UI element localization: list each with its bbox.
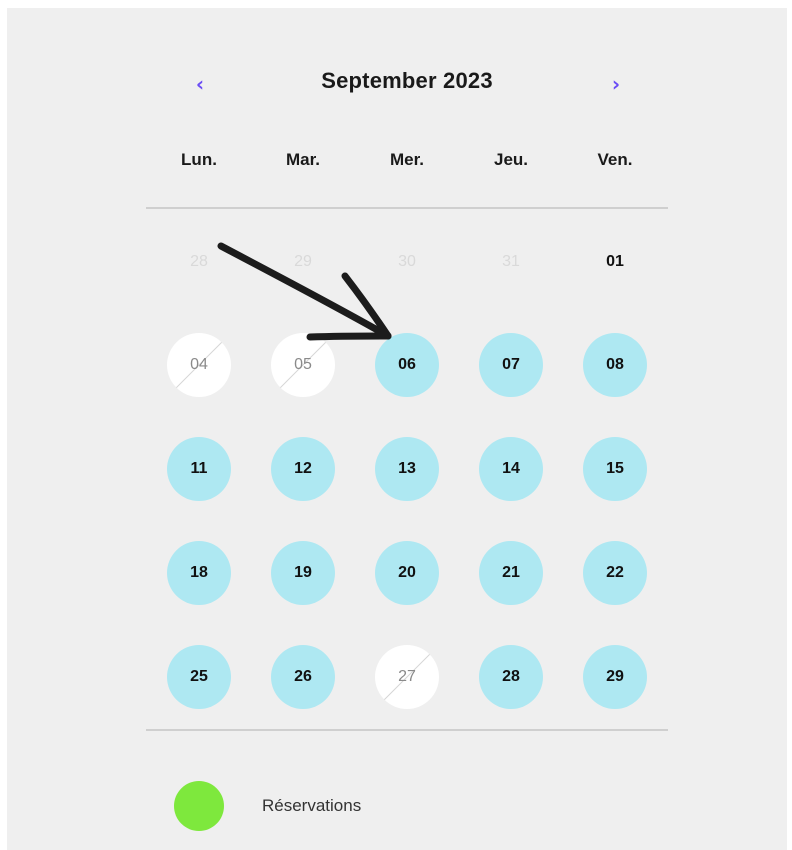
legend: Réservations	[174, 781, 574, 831]
calendar-day-available[interactable]: 14	[479, 437, 543, 501]
calendar-day-available[interactable]: 18	[167, 541, 231, 605]
calendar-day-outside: 31	[479, 230, 543, 294]
calendar-day-available[interactable]: 11	[167, 437, 231, 501]
day-number: 30	[398, 253, 416, 270]
day-number: 14	[502, 460, 520, 477]
calendar-day-available[interactable]: 13	[375, 437, 439, 501]
calendar-day-available[interactable]: 21	[479, 541, 543, 605]
day-number: 19	[294, 564, 312, 581]
calendar-day-outside: 29	[271, 230, 335, 294]
calendar-day-unavailable: 04	[167, 333, 231, 397]
calendar-day-available[interactable]: 28	[479, 645, 543, 709]
calendar-day-available[interactable]: 25	[167, 645, 231, 709]
day-number: 18	[190, 564, 208, 581]
calendar-day-outside: 28	[167, 230, 231, 294]
day-number: 08	[606, 356, 624, 373]
day-number: 04	[190, 356, 208, 373]
calendar-day-available[interactable]: 22	[583, 541, 647, 605]
day-number: 22	[606, 564, 624, 581]
day-number: 25	[190, 668, 208, 685]
day-number: 12	[294, 460, 312, 477]
day-number: 29	[294, 253, 312, 270]
footer-divider	[146, 729, 668, 731]
day-number: 01	[606, 253, 624, 270]
calendar-day-available[interactable]: 15	[583, 437, 647, 501]
calendar-day-unavailable: 05	[271, 333, 335, 397]
day-number: 11	[190, 460, 208, 477]
day-number: 26	[294, 668, 312, 685]
day-number: 28	[190, 253, 208, 270]
calendar-day-available[interactable]: 07	[479, 333, 543, 397]
calendar-day-available[interactable]: 26	[271, 645, 335, 709]
day-number: 21	[502, 564, 520, 581]
day-grid: 28 29 30 31 01 04 05 06 07 08 11 12 13 14 15 18 19 20 21 22…	[0, 0, 792, 850]
calendar-day-available[interactable]: 29	[583, 645, 647, 709]
calendar-day-available[interactable]: 08	[583, 333, 647, 397]
reservations-legend-swatch	[174, 781, 224, 831]
day-number: 29	[606, 668, 624, 685]
calendar-day-unavailable: 27	[375, 645, 439, 709]
day-number: 27	[398, 668, 416, 685]
calendar-day-available[interactable]: 19	[271, 541, 335, 605]
reservations-legend-label: Réservations	[262, 796, 362, 815]
calendar-day-available[interactable]: 12	[271, 437, 335, 501]
day-number: 15	[606, 460, 624, 477]
day-number: 28	[502, 668, 520, 685]
day-number: 20	[398, 564, 416, 581]
calendar-day-available[interactable]: 20	[375, 541, 439, 605]
day-number: 06	[398, 356, 416, 373]
calendar-day-plain: 01	[583, 230, 647, 294]
day-number: 13	[398, 460, 416, 477]
calendar-day-outside: 30	[375, 230, 439, 294]
day-number: 05	[294, 356, 312, 373]
day-number: 31	[502, 253, 520, 270]
day-number: 07	[502, 356, 520, 373]
calendar-day-available[interactable]: 06	[375, 333, 439, 397]
